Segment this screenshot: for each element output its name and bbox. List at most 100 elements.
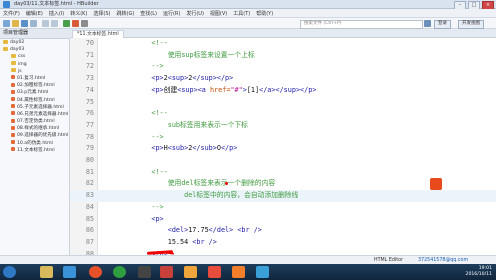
code-text: --> <box>135 132 163 144</box>
tree-item[interactable]: 08.样式的继承.html <box>0 125 70 132</box>
code-text: <p>创建<sup><a href="#">[1]</a></sup></p> <box>135 85 316 97</box>
code-token: <p> <box>135 214 164 223</box>
login-button[interactable]: 登录 <box>434 20 451 29</box>
line-number: 84 <box>85 202 94 211</box>
firefox-icon[interactable] <box>89 266 102 278</box>
folder-app-icon[interactable] <box>232 266 245 278</box>
html-file-icon <box>11 89 15 94</box>
code-line[interactable]: 81 <!-- <box>70 167 496 179</box>
menu-item-5[interactable]: 跳转(G) <box>117 10 135 17</box>
line-number: 80 <box>85 156 94 164</box>
new-file-icon[interactable] <box>3 20 10 27</box>
undo-icon[interactable] <box>42 20 49 27</box>
title-bar: day03/11.文本标签.html - HBuilder – □ × <box>0 0 496 10</box>
line-number: 72 <box>85 62 94 71</box>
code-line[interactable]: 87 15.54 <br /> <box>70 237 496 249</box>
redo-icon[interactable] <box>51 20 58 27</box>
code-text: 使用del标签来表示一个删除的内容 <box>135 178 275 190</box>
html-file-icon <box>11 111 15 116</box>
code-line[interactable]: 76 <!-- <box>70 108 496 120</box>
menu-item-2[interactable]: 插入(I) <box>49 10 64 17</box>
menu-item-6[interactable]: 查找(L) <box>140 10 157 17</box>
line-number: 71 <box>85 50 94 59</box>
code-line[interactable]: 77 sub标签用来表示一个下标 <box>70 120 496 132</box>
code-line[interactable]: 80 <box>70 155 496 167</box>
tree-item[interactable]: day03 <box>0 46 70 53</box>
tree-item-label: 03.p元素.html <box>17 90 49 96</box>
code-line[interactable]: 84 --> <box>70 202 496 214</box>
open-folder-icon[interactable] <box>12 20 19 27</box>
line-number: 73 <box>85 74 94 83</box>
tree-item[interactable]: 06.兄弟元素选择器.html <box>0 111 70 118</box>
menu-item-4[interactable]: 选择(S) <box>93 10 110 17</box>
code-line[interactable]: 83 del标签中的内容，会自动添加删除线 <box>70 190 496 202</box>
tree-item[interactable]: 07.否定伪类.html <box>0 118 70 125</box>
hbuilder-taskbar-icon[interactable] <box>160 266 173 278</box>
tree-item-label: day02 <box>10 40 25 45</box>
run-icon[interactable] <box>63 20 70 27</box>
menu-item-9[interactable]: 视图(V) <box>210 10 227 17</box>
menu-item-11[interactable]: 帮助(Y) <box>256 10 273 17</box>
tree-item[interactable]: 02.加粗标签.html <box>0 82 70 89</box>
tree-item[interactable]: img <box>0 61 70 68</box>
code-line[interactable]: 70 <!-- <box>70 38 496 50</box>
app-icon[interactable] <box>138 266 151 278</box>
menu-item-7[interactable]: 运行(R) <box>163 10 180 17</box>
media-icon[interactable] <box>208 266 221 278</box>
sublime-icon[interactable] <box>184 266 197 278</box>
status-bar: HTML Editor 372541578@qq.com <box>0 255 496 264</box>
code-token: --> <box>135 202 164 211</box>
switch-view-button[interactable]: 开发视图 <box>458 20 484 29</box>
search-icon[interactable] <box>424 20 431 27</box>
format-icon[interactable] <box>81 20 88 27</box>
code-line[interactable]: 73 <p>2<sup>2</sup></p> <box>70 73 496 85</box>
toolbar: 搜索文件 (Ctrl+P) 登录 开发视图 <box>0 18 496 29</box>
chat-icon[interactable] <box>256 266 269 278</box>
tree-item[interactable]: 04.属性标签.html <box>0 97 70 104</box>
code-line[interactable]: 71 使用sup标签来设置一个上标 <box>70 50 496 62</box>
code-line[interactable]: 72 --> <box>70 61 496 73</box>
system-clock: 19:01 2016/10/11 <box>466 266 492 278</box>
menu-item-8[interactable]: 发行(U) <box>186 10 204 17</box>
tree-item[interactable]: 09.选择器的优先级.html <box>0 132 70 139</box>
code-text: <p>2<sup>2</sup></p> <box>135 73 233 85</box>
code-token: <sub> <box>167 144 189 153</box>
code-line[interactable]: 86 <del>17.75</del> <br /> <box>70 225 496 237</box>
menu-item-10[interactable]: 工具(T) <box>233 10 250 17</box>
code-token: <br /> <box>192 237 217 246</box>
code-editor[interactable]: 70 <!-- 71 使用sup标签来设置一个上标 72 --> 73 <p>2<su… <box>70 38 496 263</box>
tree-item-label: css <box>18 54 26 60</box>
side-tool-icon[interactable] <box>430 178 442 190</box>
tree-item[interactable]: css <box>0 53 70 60</box>
code-token: <p> <box>135 144 164 153</box>
tree-item[interactable]: 01.复习.html <box>0 75 70 82</box>
code-line[interactable]: 79 <p>H<sub>2</sub>O</p> <box>70 143 496 155</box>
code-line[interactable]: 78 --> <box>70 132 496 144</box>
code-line[interactable]: 74 <p>创建<sup><a href="#">[1]</a></sup></… <box>70 85 496 97</box>
menu-item-1[interactable]: 编辑(E) <box>26 10 43 17</box>
menu-item-0[interactable]: 文件(F) <box>3 10 20 17</box>
save-icon[interactable] <box>21 20 28 27</box>
menu-item-3[interactable]: 转义(K) <box>70 10 87 17</box>
tree-item[interactable]: 10.a的伪类.html <box>0 140 70 147</box>
search-input[interactable]: 搜索文件 (Ctrl+P) <box>300 20 423 29</box>
tree-item-label: 01.复习.html <box>17 75 46 81</box>
code-line[interactable]: 75 <box>70 97 496 109</box>
tree-item[interactable]: day02 <box>0 39 70 46</box>
ie-icon[interactable] <box>63 266 76 278</box>
html-file-icon <box>11 97 15 101</box>
tree-item[interactable]: 11.文本标签.html <box>0 147 70 154</box>
tree-item[interactable]: js <box>0 68 70 75</box>
html-file-icon <box>11 118 15 123</box>
explorer-icon[interactable] <box>40 266 53 278</box>
save-all-icon[interactable] <box>30 20 37 27</box>
browser-preview-icon[interactable] <box>72 20 79 27</box>
tree-item-label: 05.子元素选择器.html <box>17 104 64 110</box>
start-icon[interactable] <box>3 266 16 278</box>
code-line[interactable]: 85 <p> <box>70 214 496 226</box>
chrome-icon[interactable] <box>113 266 126 278</box>
line-number: 74 <box>85 85 94 94</box>
tree-item[interactable]: 05.子元素选择器.html <box>0 104 70 111</box>
tree-item-label: 09.选择器的优先级.html <box>17 133 69 139</box>
tree-item[interactable]: 03.p元素.html <box>0 89 70 96</box>
